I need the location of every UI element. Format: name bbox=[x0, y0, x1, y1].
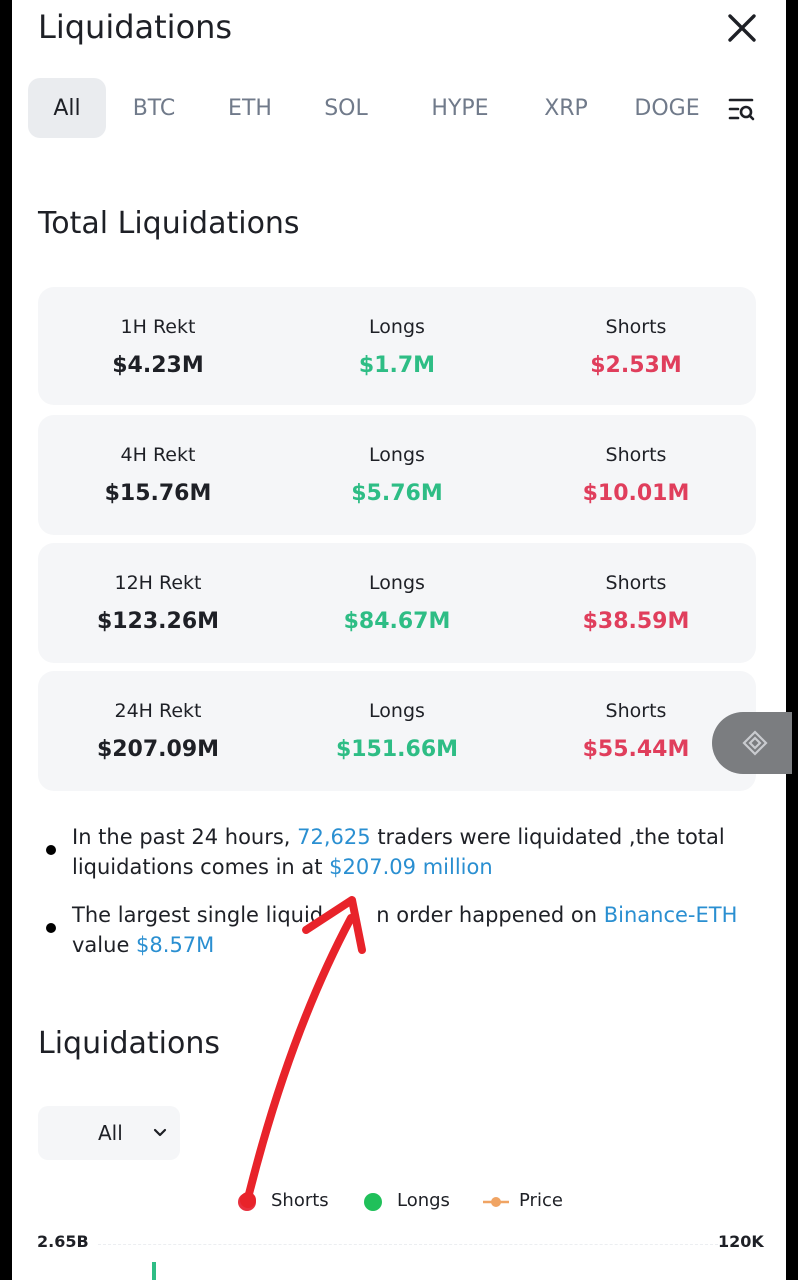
rekt-value: $4.23M bbox=[112, 353, 204, 378]
rekt-label: 24H Rekt bbox=[114, 700, 202, 722]
longs-label: Longs bbox=[369, 316, 425, 338]
tab-hype[interactable]: HYPE bbox=[412, 78, 508, 138]
largest-value-label: value bbox=[72, 933, 137, 957]
largest-text-mid: n order happened on bbox=[376, 903, 604, 927]
right-axis-top-label: 120K bbox=[718, 1232, 764, 1251]
liquidation-card-1h: 1H Rekt $4.23M Longs $1.7M Shorts $2.53M bbox=[38, 287, 756, 405]
bullet-dot bbox=[46, 845, 56, 855]
longs-value: $1.7M bbox=[358, 353, 436, 378]
tab-sol[interactable]: SOL bbox=[316, 78, 376, 138]
legend-longs[interactable]: Longs bbox=[364, 1188, 464, 1218]
tab-doge[interactable]: DOGE bbox=[622, 78, 712, 138]
summary-bullet-1: In the past 24 hours, 72,625 traders wer… bbox=[38, 822, 768, 884]
left-axis-top-label: 2.65B bbox=[37, 1232, 89, 1251]
shorts-label: Shorts bbox=[605, 316, 667, 338]
largest-value: $8.57M bbox=[136, 933, 215, 957]
legend-label: Shorts bbox=[271, 1190, 329, 1211]
tab-btc[interactable]: BTC bbox=[122, 78, 186, 138]
liquidation-card-12h: 12H Rekt $123.26M Longs $84.67M Shorts $… bbox=[38, 543, 756, 663]
legend-price[interactable]: Price bbox=[482, 1188, 582, 1218]
traders-count: 72,625 bbox=[297, 825, 371, 849]
legend-swatch-shorts bbox=[238, 1193, 256, 1211]
legend-shorts[interactable]: Shorts bbox=[238, 1188, 338, 1218]
legend-label: Price bbox=[519, 1190, 563, 1211]
shorts-label: Shorts bbox=[605, 444, 667, 466]
coin-tabs: All BTC ETH SOL HYPE XRP DOGE bbox=[28, 78, 768, 140]
floating-side-button[interactable] bbox=[712, 712, 792, 774]
rekt-value: $15.76M bbox=[104, 481, 212, 506]
shorts-value: $2.53M bbox=[590, 353, 682, 378]
chevron-down-icon bbox=[153, 1128, 167, 1137]
obscured-text: ation bbox=[323, 903, 376, 927]
chart-gridline bbox=[98, 1244, 718, 1245]
summary-bullet-2: The largest single liquidationn order ha… bbox=[38, 900, 768, 962]
tab-xrp[interactable]: XRP bbox=[536, 78, 596, 138]
longs-value: $5.76M bbox=[351, 481, 443, 506]
liquidations-panel: Liquidations All BTC ETH SOL HYPE XRP DO… bbox=[12, 0, 786, 1280]
largest-exchange: Binance-ETH bbox=[603, 903, 738, 927]
longs-label: Longs bbox=[369, 572, 425, 594]
timeframe-dropdown[interactable]: All bbox=[38, 1106, 180, 1160]
summary-text-pre: In the past 24 hours, bbox=[72, 825, 298, 849]
summary-text: The largest single liquidationn order ha… bbox=[72, 900, 752, 960]
liquidation-card-24h: 24H Rekt $207.09M Longs $151.66M Shorts … bbox=[38, 671, 756, 791]
filter-search-icon[interactable] bbox=[728, 96, 756, 124]
chart-bar-longs bbox=[152, 1262, 156, 1280]
tab-eth[interactable]: ETH bbox=[218, 78, 282, 138]
close-icon[interactable] bbox=[722, 8, 762, 48]
page-title: Liquidations bbox=[38, 8, 233, 46]
longs-value: $84.67M bbox=[343, 609, 451, 634]
total-liquidations-title: Total Liquidations bbox=[38, 206, 300, 241]
longs-value: $151.66M bbox=[335, 737, 459, 762]
shorts-label: Shorts bbox=[605, 572, 667, 594]
shorts-value: $10.01M bbox=[582, 481, 690, 506]
liquidation-card-4h: 4H Rekt $15.76M Longs $5.76M Shorts $10.… bbox=[38, 415, 756, 535]
summary-text: In the past 24 hours, 72,625 traders wer… bbox=[72, 822, 752, 882]
rekt-label: 4H Rekt bbox=[120, 444, 196, 466]
rekt-label: 1H Rekt bbox=[120, 316, 196, 338]
largest-text-pre: The largest single liquid bbox=[72, 903, 324, 927]
legend-swatch-price bbox=[483, 1197, 509, 1207]
rekt-label: 12H Rekt bbox=[114, 572, 202, 594]
bullet-dot bbox=[46, 923, 56, 933]
total-amount: $207.09 million bbox=[329, 855, 493, 879]
tab-all[interactable]: All bbox=[28, 78, 106, 138]
dropdown-value: All bbox=[98, 1121, 123, 1145]
liquidations-chart-title: Liquidations bbox=[38, 1026, 220, 1061]
shorts-value: $38.59M bbox=[582, 609, 690, 634]
legend-label: Longs bbox=[397, 1190, 450, 1211]
shorts-label: Shorts bbox=[605, 700, 667, 722]
longs-label: Longs bbox=[369, 444, 425, 466]
rekt-value: $123.26M bbox=[96, 609, 220, 634]
legend-swatch-longs bbox=[364, 1193, 382, 1211]
longs-label: Longs bbox=[369, 700, 425, 722]
binance-logo-icon bbox=[742, 730, 768, 756]
rekt-value: $207.09M bbox=[96, 737, 220, 762]
